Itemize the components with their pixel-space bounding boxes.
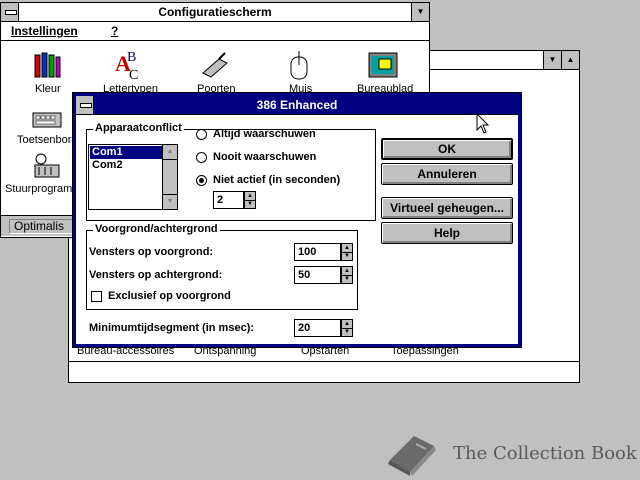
device-conflict-label: Apparaatconflict bbox=[93, 122, 184, 134]
port-item-com1[interactable]: Com1 bbox=[90, 146, 164, 159]
menu-instellingen[interactable]: Instellingen bbox=[11, 24, 78, 38]
background-label: Vensters op achtergrond: bbox=[89, 269, 223, 281]
min-timeslice-label: Minimumtijdsegment (in msec): bbox=[89, 322, 255, 334]
radio-always-warn[interactable] bbox=[196, 129, 207, 140]
control-panel-titlebar[interactable]: Configuratiescherm ▼ bbox=[1, 3, 429, 22]
exclusive-checkbox[interactable] bbox=[91, 291, 102, 302]
ok-button[interactable]: OK bbox=[381, 138, 513, 160]
idle-seconds-value: 2 bbox=[217, 194, 224, 206]
spin-down-icon[interactable]: ▼ bbox=[342, 252, 352, 260]
enhanced-dialog: 386 Enhanced Apparaatconflict Com1 Com2 … bbox=[72, 92, 522, 348]
foreground-field[interactable]: 100 bbox=[294, 243, 341, 261]
virtual-memory-button[interactable]: Virtueel geheugen... bbox=[381, 197, 513, 219]
toetsenbord-label: Toetsenbord bbox=[17, 134, 78, 146]
radio-idle-seconds[interactable] bbox=[196, 175, 207, 186]
pm-maximize-button[interactable]: ▲ bbox=[561, 51, 579, 69]
exclusive-label[interactable]: Exclusief op voorgrond bbox=[108, 290, 231, 302]
muis-icon[interactable] bbox=[283, 49, 315, 81]
cancel-button[interactable]: Annuleren bbox=[381, 163, 513, 185]
scroll-up-arrow[interactable]: ▲ bbox=[163, 145, 177, 160]
kleur-icon[interactable] bbox=[31, 49, 63, 81]
cp-status-text: Optimalis bbox=[14, 219, 65, 233]
label-never-warn[interactable]: Nooit waarschuwen bbox=[213, 151, 316, 163]
foreground-spinner[interactable]: ▲ ▼ bbox=[341, 243, 353, 261]
min-timeslice-value: 20 bbox=[298, 322, 311, 334]
toetsenbord-icon[interactable] bbox=[31, 103, 63, 135]
dialog-system-menu-button[interactable] bbox=[76, 96, 94, 114]
cp-title: Configuratiescherm bbox=[158, 5, 272, 19]
scroll-down-arrow[interactable]: ▼ bbox=[163, 194, 177, 209]
port-item-com2-label: Com2 bbox=[92, 159, 123, 171]
bureaublad-icon[interactable] bbox=[367, 49, 399, 81]
ok-button-label: OK bbox=[438, 142, 456, 156]
cp-minimize-button[interactable]: ▼ bbox=[411, 3, 429, 21]
port-item-com1-label: Com1 bbox=[92, 146, 123, 158]
radio-never-warn[interactable] bbox=[196, 152, 207, 163]
book-logo-icon bbox=[388, 436, 436, 476]
idle-seconds-spinner[interactable]: ▲ ▼ bbox=[244, 191, 256, 209]
cp-menubar: Instellingen ? bbox=[1, 22, 429, 41]
mouse-pointer-icon bbox=[476, 113, 490, 134]
cancel-button-label: Annuleren bbox=[417, 167, 477, 181]
dialog-titlebar[interactable]: 386 Enhanced bbox=[76, 96, 518, 115]
scheduling-label: Voorgrond/achtergrond bbox=[93, 223, 220, 235]
pm-bottom-line bbox=[69, 361, 579, 362]
svg-text:C: C bbox=[129, 68, 138, 81]
spin-down-icon[interactable]: ▼ bbox=[245, 200, 255, 208]
port-listbox-scrollbar[interactable]: ▲ ▼ bbox=[162, 145, 177, 209]
virtual-memory-button-label: Virtueel geheugen... bbox=[390, 201, 504, 215]
spin-down-icon[interactable]: ▼ bbox=[342, 275, 352, 283]
svg-text:B: B bbox=[127, 50, 136, 65]
label-idle-seconds[interactable]: Niet actief (in seconden) bbox=[213, 174, 340, 186]
spin-down-icon[interactable]: ▼ bbox=[342, 328, 352, 336]
cp-status-panel: Optimalis bbox=[9, 219, 73, 234]
poorten-icon[interactable] bbox=[199, 49, 231, 81]
foreground-value: 100 bbox=[298, 246, 317, 258]
stuurprogramma-icon[interactable] bbox=[31, 151, 63, 183]
pm-minimize-button[interactable]: ▼ bbox=[543, 51, 561, 69]
idle-seconds-field[interactable]: 2 bbox=[213, 191, 244, 209]
stuurprogramma-label: Stuurprogramm bbox=[5, 183, 82, 195]
dialog-title: 386 Enhanced bbox=[256, 98, 338, 112]
min-timeslice-spinner[interactable]: ▲ ▼ bbox=[341, 319, 353, 337]
foreground-label: Vensters op voorgrond: bbox=[89, 246, 214, 258]
label-always-warn[interactable]: Altijd waarschuwen bbox=[213, 128, 316, 140]
port-listbox[interactable]: Com1 Com2 ▲ ▼ bbox=[88, 144, 178, 210]
watermark-text: The Collection Book bbox=[453, 443, 637, 464]
background-field[interactable]: 50 bbox=[294, 266, 341, 284]
help-button[interactable]: Help bbox=[381, 222, 513, 244]
port-item-com2[interactable]: Com2 bbox=[90, 159, 164, 172]
help-button-label: Help bbox=[433, 226, 460, 240]
background-spinner[interactable]: ▲ ▼ bbox=[341, 266, 353, 284]
min-timeslice-field[interactable]: 20 bbox=[294, 319, 341, 337]
lettertypen-icon[interactable]: A B C bbox=[113, 49, 145, 81]
dialog-body: Apparaatconflict Com1 Com2 ▲ ▼ Altijd wa… bbox=[76, 115, 518, 344]
cp-system-menu-button[interactable] bbox=[1, 3, 19, 21]
background-value: 50 bbox=[298, 269, 311, 281]
kleur-label: Kleur bbox=[35, 83, 61, 95]
menu-help[interactable]: ? bbox=[111, 24, 118, 38]
